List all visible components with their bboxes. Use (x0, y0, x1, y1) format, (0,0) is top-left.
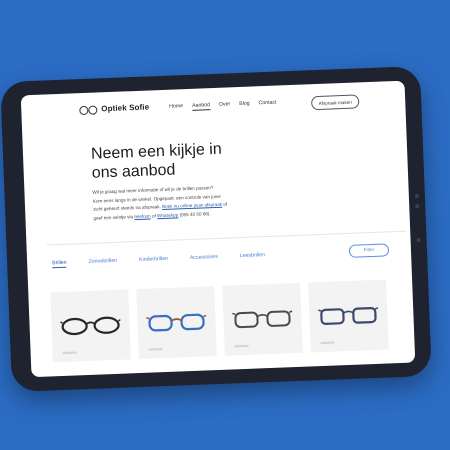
menu-item-home[interactable]: Home (169, 103, 183, 112)
product-caption-placeholder (320, 341, 335, 345)
glasses-icon (318, 306, 379, 325)
product-caption-placeholder (234, 344, 249, 348)
product-card[interactable] (222, 282, 303, 356)
glasses-logo-icon (79, 104, 98, 115)
brand-logo[interactable]: Optiek Sofie (79, 102, 150, 115)
category-tabs: Brillen Zonnebrillen Kinderbrillen Acces… (52, 251, 287, 269)
sensor-dot (415, 204, 420, 209)
whatsapp-link[interactable]: WhatsApp (157, 212, 178, 218)
glasses-icon (232, 310, 293, 329)
phone-link[interactable]: telefoon (134, 213, 151, 219)
menu-item-aanbod[interactable]: Aanbod (191, 102, 211, 111)
intro-line-3-end: of (221, 201, 228, 207)
product-grid (50, 279, 389, 363)
intro-line-4-end: (055 40 50 68). (178, 210, 211, 218)
menu-item-over[interactable]: Over (219, 101, 231, 109)
product-caption-placeholder (148, 348, 163, 351)
booking-link[interactable]: Boek nu online jouw afspraak (162, 202, 222, 209)
button-dot (416, 238, 421, 243)
tab-leesbrillen[interactable]: Leesbrillen (240, 252, 265, 261)
make-appointment-button[interactable]: Afspraak maken (310, 94, 360, 111)
tab-accessoires[interactable]: Accessoires (190, 254, 218, 263)
page-title: Neem een kijkje in ons aanbod (91, 137, 292, 183)
intro-text: Wil je graag wat meer informatie of wil … (92, 182, 273, 223)
product-caption-placeholder (62, 351, 77, 354)
glasses-icon (60, 316, 121, 336)
menu-item-contact[interactable]: Contact (258, 100, 276, 109)
glasses-icon (146, 313, 207, 332)
tab-kinderbrillen[interactable]: Kinderbrillen (139, 256, 168, 265)
filter-button[interactable]: Filter (348, 243, 390, 258)
menu-item-blog[interactable]: Blog (239, 101, 250, 109)
tab-brillen[interactable]: Brillen (52, 259, 67, 269)
intro-line-4-text: geef een seintje via (93, 213, 135, 221)
product-card[interactable] (136, 286, 217, 360)
main-menu: Home Aanbod Over Blog Contact (169, 100, 277, 112)
section-divider (46, 230, 407, 246)
browser-screen: Optiek Sofie Home Aanbod Over Blog Conta… (20, 80, 416, 378)
brand-name: Optiek Sofie (101, 102, 150, 114)
tablet-device: Optiek Sofie Home Aanbod Over Blog Conta… (0, 66, 432, 392)
camera-dot (414, 194, 419, 199)
product-card[interactable] (308, 279, 389, 353)
tab-zonnebrillen[interactable]: Zonnebrillen (88, 258, 117, 267)
intro-line-3-text: zicht gebeurt steeds na afspraak. (93, 204, 163, 212)
top-navigation: Optiek Sofie Home Aanbod Over Blog Conta… (21, 81, 406, 130)
product-card[interactable] (50, 289, 131, 363)
